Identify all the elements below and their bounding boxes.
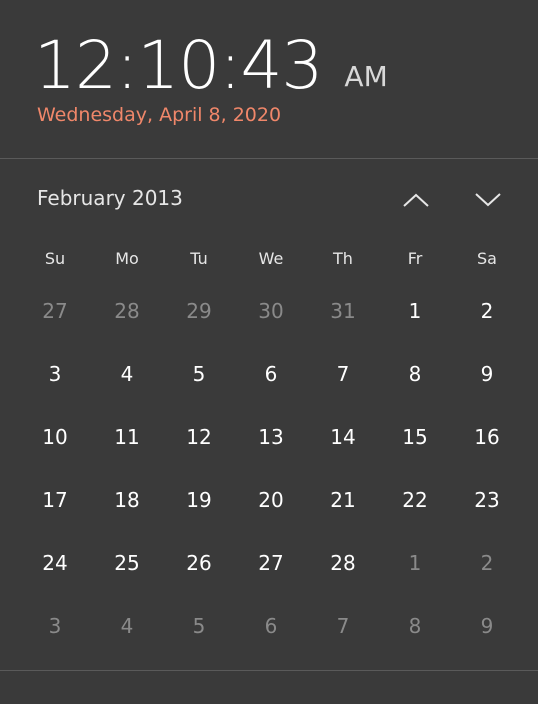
calendar-day[interactable]: 25 (91, 532, 163, 595)
clock-display: 12:10:43 AM (34, 22, 388, 102)
calendar-day[interactable]: 20 (235, 469, 307, 532)
calendar-day[interactable]: 24 (19, 532, 91, 595)
calendar-weeks: 27 28 29 30 31 1 2 3 4 5 6 7 8 9 10 11 12 13 14 15 16 17 18 19 2… (19, 280, 523, 658)
calendar-week-row: 27 28 29 30 31 1 2 (19, 280, 523, 343)
calendar-day[interactable]: 26 (163, 532, 235, 595)
divider-top (0, 158, 538, 159)
calendar-day[interactable]: 1 (379, 280, 451, 343)
calendar-day[interactable]: 16 (451, 406, 523, 469)
weekday-label: Su (44, 249, 66, 268)
calendar-day[interactable]: 8 (379, 343, 451, 406)
calendar-day[interactable]: 9 (451, 343, 523, 406)
weekday-label: Mo (115, 249, 139, 268)
weekday-label: We (258, 249, 284, 268)
current-time: 12:10:43 (34, 27, 323, 104)
month-year-header[interactable]: February 2013 (37, 186, 183, 210)
weekday-label: Tu (190, 249, 208, 268)
am-pm-indicator: AM (344, 60, 388, 93)
calendar-day[interactable]: 19 (163, 469, 235, 532)
calendar-day[interactable]: 4 (91, 343, 163, 406)
calendar-day-other-month[interactable]: 27 (19, 280, 91, 343)
calendar-day-other-month[interactable]: 1 (379, 532, 451, 595)
calendar-day-other-month[interactable]: 4 (91, 595, 163, 658)
weekday-label: Fr (407, 249, 423, 268)
weekday-header-row: Su Mo Tu We Th Fr Sa (19, 238, 523, 280)
calendar-day[interactable]: 27 (235, 532, 307, 595)
calendar-day[interactable]: 23 (451, 469, 523, 532)
chevron-up-icon (403, 193, 429, 207)
calendar-day-other-month[interactable]: 9 (451, 595, 523, 658)
calendar-week-row: 17 18 19 20 21 22 23 (19, 469, 523, 532)
divider-bottom (0, 670, 538, 671)
calendar-day[interactable]: 28 (307, 532, 379, 595)
calendar-day[interactable]: 21 (307, 469, 379, 532)
current-date-link[interactable]: Wednesday, April 8, 2020 (37, 104, 281, 126)
calendar-day-other-month[interactable]: 2 (451, 532, 523, 595)
calendar-day[interactable]: 6 (235, 343, 307, 406)
calendar-day[interactable]: 11 (91, 406, 163, 469)
calendar-day[interactable]: 17 (19, 469, 91, 532)
next-month-button[interactable] (468, 182, 508, 218)
clock-calendar-flyout: 12:10:43 AM Wednesday, April 8, 2020 Feb… (0, 0, 538, 704)
calendar-day[interactable]: 15 (379, 406, 451, 469)
calendar-day-other-month[interactable]: 5 (163, 595, 235, 658)
calendar-week-row: 3456789 (19, 595, 523, 658)
calendar-day[interactable]: 7 (307, 343, 379, 406)
calendar-day[interactable]: 13 (235, 406, 307, 469)
calendar-day[interactable]: 2 (451, 280, 523, 343)
calendar-grid: Su Mo Tu We Th Fr Sa 27 28 29 30 31 1 2 3 4 5 6 7 8 9 10 11 12… (19, 238, 523, 658)
calendar-day-other-month[interactable]: 29 (163, 280, 235, 343)
calendar-day-other-month[interactable]: 7 (307, 595, 379, 658)
previous-month-button[interactable] (396, 182, 436, 218)
calendar-day[interactable]: 10 (19, 406, 91, 469)
calendar-week-row: 10 11 12 13 14 15 16 (19, 406, 523, 469)
calendar-day-other-month[interactable]: 31 (307, 280, 379, 343)
calendar-day[interactable]: 12 (163, 406, 235, 469)
calendar-week-row: 24 25 26 27 28 1 2 (19, 532, 523, 595)
calendar-day[interactable]: 5 (163, 343, 235, 406)
calendar-day[interactable]: 18 (91, 469, 163, 532)
calendar-day[interactable]: 14 (307, 406, 379, 469)
calendar-day-other-month[interactable]: 6 (235, 595, 307, 658)
calendar-day-other-month[interactable]: 28 (91, 280, 163, 343)
chevron-down-icon (475, 193, 501, 207)
calendar-day[interactable]: 22 (379, 469, 451, 532)
calendar-day[interactable]: 3 (19, 343, 91, 406)
calendar-day-other-month[interactable]: 8 (379, 595, 451, 658)
weekday-label: Sa (477, 249, 497, 268)
calendar-week-row: 3456789 (19, 343, 523, 406)
calendar-day-other-month[interactable]: 3 (19, 595, 91, 658)
weekday-label: Th (333, 249, 353, 268)
calendar-day-other-month[interactable]: 30 (235, 280, 307, 343)
